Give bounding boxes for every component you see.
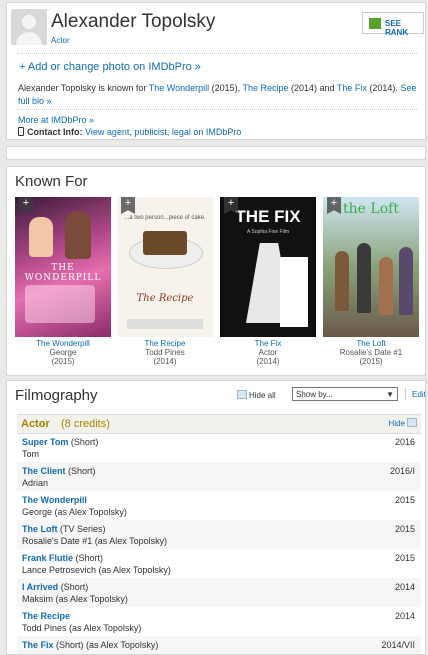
hide-section-toggle[interactable]: Hide bbox=[389, 418, 417, 428]
filmography-row: The Fix (Short) (as Alex Topolsky) 2014/… bbox=[17, 636, 421, 654]
filmography-row: The Recipe Todd Pines (as Alex Topolsky)… bbox=[22, 611, 415, 633]
credit-title-link[interactable]: The Client bbox=[22, 466, 66, 476]
show-by-select[interactable]: Show by... ▼ bbox=[292, 387, 398, 401]
known-for-item[interactable]: THE FIX A Sophia Fine Film + The Fix Act… bbox=[220, 197, 316, 366]
credit-title-link[interactable]: The Recipe bbox=[22, 611, 70, 621]
known-for-item[interactable]: the Loft + The Loft Rosalie's Date #1 (2… bbox=[323, 197, 419, 366]
divider bbox=[405, 388, 406, 400]
known-for-item[interactable]: ...a two person...piece of cake. The Rec… bbox=[117, 197, 213, 366]
known-for-item[interactable]: THE WONDERPILL + The Wonderpill George (… bbox=[15, 197, 111, 366]
divider bbox=[17, 53, 417, 54]
empty-panel bbox=[6, 146, 426, 160]
filmography-row: The Loft (TV Series) Rosalie's Date #1 (… bbox=[17, 520, 421, 549]
poster-wonderpill[interactable]: THE WONDERPILL + bbox=[15, 197, 111, 337]
bio-link-recipe[interactable]: The Recipe bbox=[242, 83, 288, 93]
credit-title-link[interactable]: The Loft bbox=[22, 524, 58, 534]
person-name: Alexander Topolsky bbox=[51, 11, 216, 32]
hide-all-toggle[interactable]: Hide all bbox=[237, 390, 276, 400]
poster-loft[interactable]: the Loft + bbox=[323, 197, 419, 337]
actor-section-header[interactable]: Actor (8 credits) Hide bbox=[17, 414, 421, 434]
rank-chart-icon bbox=[369, 18, 381, 29]
add-to-watchlist-icon[interactable]: + bbox=[19, 197, 33, 214]
person-role[interactable]: Actor bbox=[51, 36, 70, 45]
filmography-panel: Filmography Hide all Show by... ▼ Edit Ac… bbox=[6, 380, 426, 655]
chevron-down-icon: ▼ bbox=[386, 390, 394, 399]
filmography-row: The Wonderpill George (as Alex Topolsky)… bbox=[22, 495, 415, 517]
contact-info: Contact Info: View agent, publicist, leg… bbox=[18, 127, 241, 137]
credit-title-link[interactable]: The Wonderpill bbox=[22, 495, 87, 505]
filmography-heading: Filmography bbox=[15, 387, 98, 404]
mini-bio: Alexander Topolsky is known for The Wond… bbox=[18, 83, 417, 106]
filmography-row: I Arrived (Short) Maksim (as Alex Topols… bbox=[17, 578, 421, 607]
edit-link[interactable]: Edit bbox=[412, 390, 426, 399]
add-to-watchlist-icon[interactable]: + bbox=[121, 197, 135, 214]
credit-title-link[interactable]: Frank Flutie bbox=[22, 553, 73, 563]
credit-title-link[interactable]: The Fix bbox=[22, 640, 54, 650]
filmography-row: Frank Flutie (Short) Lance Petrosevich (… bbox=[22, 553, 415, 575]
collapse-icon bbox=[407, 418, 417, 427]
filmography-row: Super Tom (Short) Tom 2016 bbox=[22, 437, 415, 459]
collapse-icon bbox=[237, 390, 247, 399]
poster-recipe[interactable]: ...a two person...piece of cake. The Rec… bbox=[117, 197, 213, 337]
filmography-row: The Client (Short) Adrian 2016/I bbox=[17, 462, 421, 491]
see-rank-button[interactable]: SEE RANK bbox=[362, 12, 424, 37]
known-for-panel: Known For THE WONDERPILL + The Wonderpil… bbox=[6, 166, 426, 376]
contact-info-link[interactable]: View agent, publicist, legal on IMDbPro bbox=[83, 127, 241, 137]
avatar-placeholder[interactable] bbox=[11, 9, 47, 45]
bio-link-wonderpill[interactable]: The Wonderpill bbox=[149, 83, 209, 93]
credit-title-link[interactable]: Super Tom bbox=[22, 437, 68, 447]
phone-icon bbox=[18, 127, 24, 136]
credit-title-link[interactable]: I Arrived bbox=[22, 582, 58, 592]
poster-fix[interactable]: THE FIX A Sophia Fine Film + bbox=[220, 197, 316, 337]
bio-link-fix[interactable]: The Fix bbox=[337, 83, 367, 93]
add-photo-link[interactable]: + Add or change photo on IMDbPro » bbox=[19, 61, 201, 73]
known-for-heading: Known For bbox=[15, 173, 88, 190]
name-overview-panel: Alexander Topolsky Actor SEE RANK + Add … bbox=[6, 2, 426, 140]
divider bbox=[17, 109, 417, 110]
more-at-imdbpro-link[interactable]: More at IMDbPro » bbox=[18, 115, 94, 125]
